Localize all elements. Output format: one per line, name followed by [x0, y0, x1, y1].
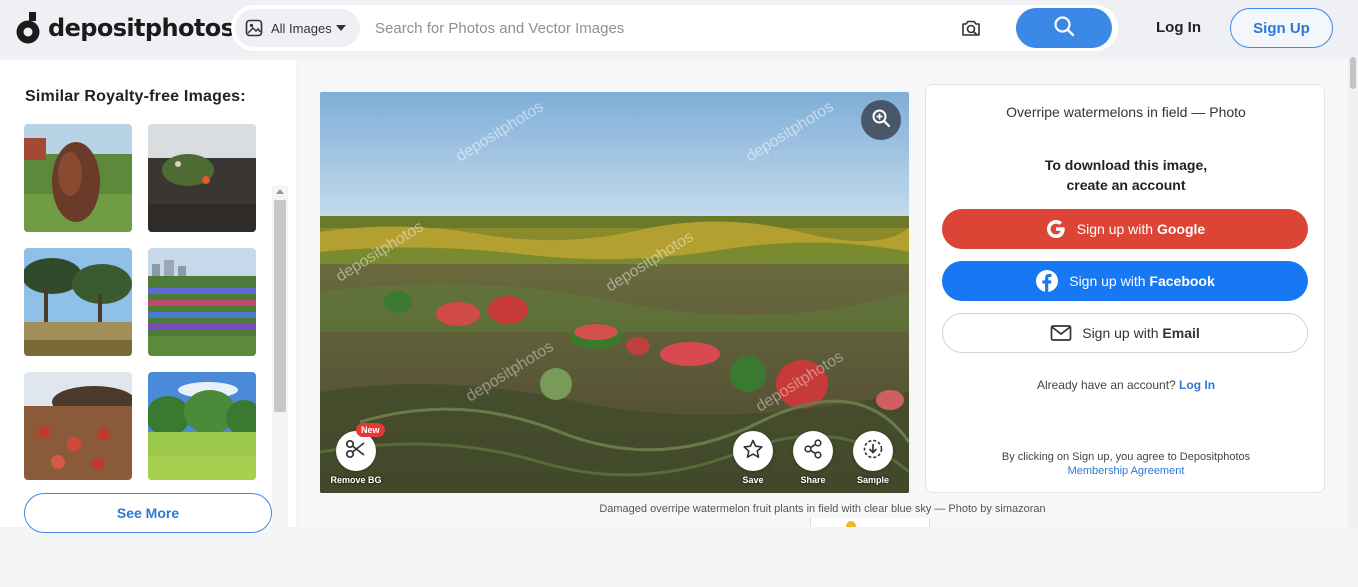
envelope-icon — [1050, 324, 1072, 342]
rating-card — [810, 518, 930, 527]
similar-images-sidebar: Similar Royalty-free Images: See More — [0, 60, 296, 587]
login-link[interactable]: Log In — [1156, 19, 1201, 36]
search-bar: All Images — [231, 5, 1118, 51]
signup-facebook-button[interactable]: Sign up with Facebook — [942, 261, 1308, 301]
zoom-in-icon — [871, 108, 891, 133]
email-label-prefix: Sign up with — [1082, 325, 1163, 341]
legal-text: By clicking on Sign up, you agree to Dep… — [1001, 451, 1251, 463]
share-tool[interactable]: Share — [793, 431, 833, 485]
search-button[interactable] — [1016, 8, 1112, 48]
signup-google-button[interactable]: Sign up with Google — [942, 209, 1308, 249]
google-label-prefix: Sign up with — [1076, 221, 1157, 237]
sample-label: Sample — [856, 475, 889, 485]
zoom-button[interactable] — [861, 100, 901, 140]
facebook-label: Facebook — [1149, 273, 1215, 289]
download-cta: To download this image, create an accoun… — [926, 155, 1326, 195]
visual-search-icon[interactable] — [959, 16, 983, 40]
sidebar-scrollbar-thumb[interactable] — [274, 200, 286, 412]
logo-icon — [16, 12, 42, 44]
sample-button[interactable] — [853, 431, 893, 471]
signup-panel: Overripe watermelons in field — Photo To… — [925, 84, 1325, 493]
scope-dropdown[interactable]: All Images — [235, 9, 360, 47]
share-label: Share — [800, 475, 826, 485]
share-icon — [802, 438, 824, 465]
already-text: Already have an account? — [1036, 378, 1176, 392]
remove-bg-button[interactable] — [336, 431, 376, 471]
similar-image-thumb-1[interactable] — [24, 124, 132, 232]
similar-image-thumb-6[interactable] — [148, 372, 256, 480]
cta-line-1: To download this image, — [1044, 157, 1208, 173]
similar-image-thumb-3[interactable] — [24, 248, 132, 356]
signup-button[interactable]: Sign Up — [1230, 8, 1333, 48]
download-icon — [862, 438, 884, 465]
star-icon — [846, 521, 856, 527]
see-more-button[interactable]: See More — [24, 493, 272, 533]
sample-tool[interactable]: Sample — [853, 431, 893, 485]
new-badge: New — [356, 423, 385, 437]
scope-label: All Images — [271, 20, 332, 36]
page-scrollbar[interactable] — [1348, 57, 1358, 527]
image-caption: Damaged overripe watermelon fruit plants… — [599, 503, 1046, 515]
sidebar-title: Similar Royalty-free Images: — [25, 88, 246, 105]
facebook-label-prefix: Sign up with — [1069, 273, 1150, 289]
remove-bg-tool[interactable]: Remove BG — [330, 431, 382, 485]
image-title: Overripe watermelons in field — Photo — [1006, 104, 1246, 120]
depositphotos-logo[interactable]: depositphotos — [16, 11, 235, 45]
remove-bg-label: Remove BG — [330, 475, 382, 485]
similar-image-thumb-5[interactable] — [24, 372, 132, 480]
cta-line-2: create an account — [1066, 177, 1186, 193]
already-account: Already have an account? Log In — [926, 378, 1326, 392]
membership-agreement-link[interactable]: Membership Agreement — [1068, 465, 1185, 477]
save-tool[interactable]: Save — [733, 431, 773, 485]
top-header: depositphotos All Images Search for Phot… — [0, 0, 1358, 57]
panel-login-link[interactable]: Log In — [1179, 378, 1215, 392]
save-button[interactable] — [733, 431, 773, 471]
star-icon — [742, 438, 764, 465]
image-icon — [245, 19, 263, 37]
scissors-icon — [345, 438, 367, 465]
similar-image-thumb-2[interactable] — [148, 124, 256, 232]
search-icon — [1053, 15, 1075, 42]
google-label: Google — [1156, 221, 1206, 237]
google-icon — [1045, 218, 1067, 240]
email-label: Email — [1162, 325, 1200, 341]
facebook-icon — [1035, 269, 1059, 293]
save-label: Save — [742, 475, 764, 485]
legal-notice: By clicking on Sign up, you agree to Dep… — [926, 450, 1326, 478]
page-scrollbar-thumb[interactable] — [1350, 57, 1356, 89]
share-button[interactable] — [793, 431, 833, 471]
similar-image-thumb-4[interactable] — [148, 248, 256, 356]
chevron-down-icon — [336, 25, 346, 31]
logo-text: depositphotos — [48, 14, 235, 42]
scroll-up-icon[interactable] — [276, 189, 284, 194]
signup-email-button[interactable]: Sign up with Email — [942, 313, 1308, 353]
search-input[interactable] — [375, 11, 935, 45]
